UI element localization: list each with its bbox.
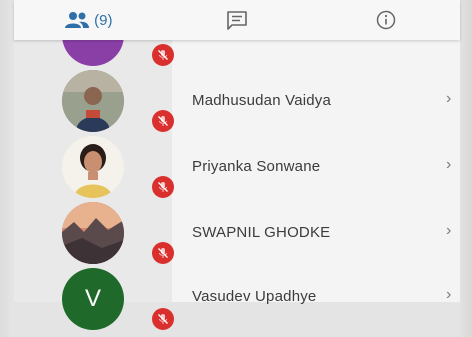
avatar [62, 202, 124, 264]
participants-screen: (9) Madhusudan Vaidya › Priyanka Sonwane… [0, 0, 472, 337]
avatar-initial: V [84, 285, 101, 312]
participant-name: SWAPNIL GHODKE [192, 224, 331, 241]
muted-mic-icon [152, 44, 174, 66]
chevron-right-icon: › [446, 90, 452, 107]
participant-row[interactable]: Priyanka Sonwane › [14, 134, 460, 200]
participant-name: Madhusudan Vaidya [192, 92, 332, 109]
muted-mic-icon [152, 308, 174, 330]
chat-icon [227, 11, 247, 30]
muted-mic-icon [152, 176, 174, 198]
people-icon [65, 12, 90, 28]
participant-row[interactable]: SWAPNIL GHODKE › [14, 200, 460, 266]
tab-info[interactable] [311, 0, 460, 40]
participant-name: Vasudev Upadhye [192, 288, 317, 305]
tab-bar: (9) [14, 0, 460, 40]
participants-count: (9) [94, 11, 113, 29]
chevron-right-icon: › [446, 156, 452, 173]
participant-row[interactable]: Madhusudan Vaidya › [14, 68, 460, 134]
avatar: V [62, 268, 124, 330]
info-icon [376, 10, 395, 30]
avatar [62, 70, 124, 132]
participant-row[interactable]: V Vasudev Upadhye › [14, 266, 460, 332]
tab-participants[interactable]: (9) [14, 0, 163, 40]
muted-mic-icon [152, 110, 174, 132]
muted-mic-icon [152, 242, 174, 264]
chevron-right-icon: › [446, 222, 452, 239]
avatar [62, 136, 124, 198]
tab-chat[interactable] [163, 0, 312, 40]
chevron-right-icon: › [446, 286, 452, 303]
participant-name: Priyanka Sonwane [192, 158, 321, 175]
participants-list: Madhusudan Vaidya › Priyanka Sonwane › S… [14, 4, 460, 337]
